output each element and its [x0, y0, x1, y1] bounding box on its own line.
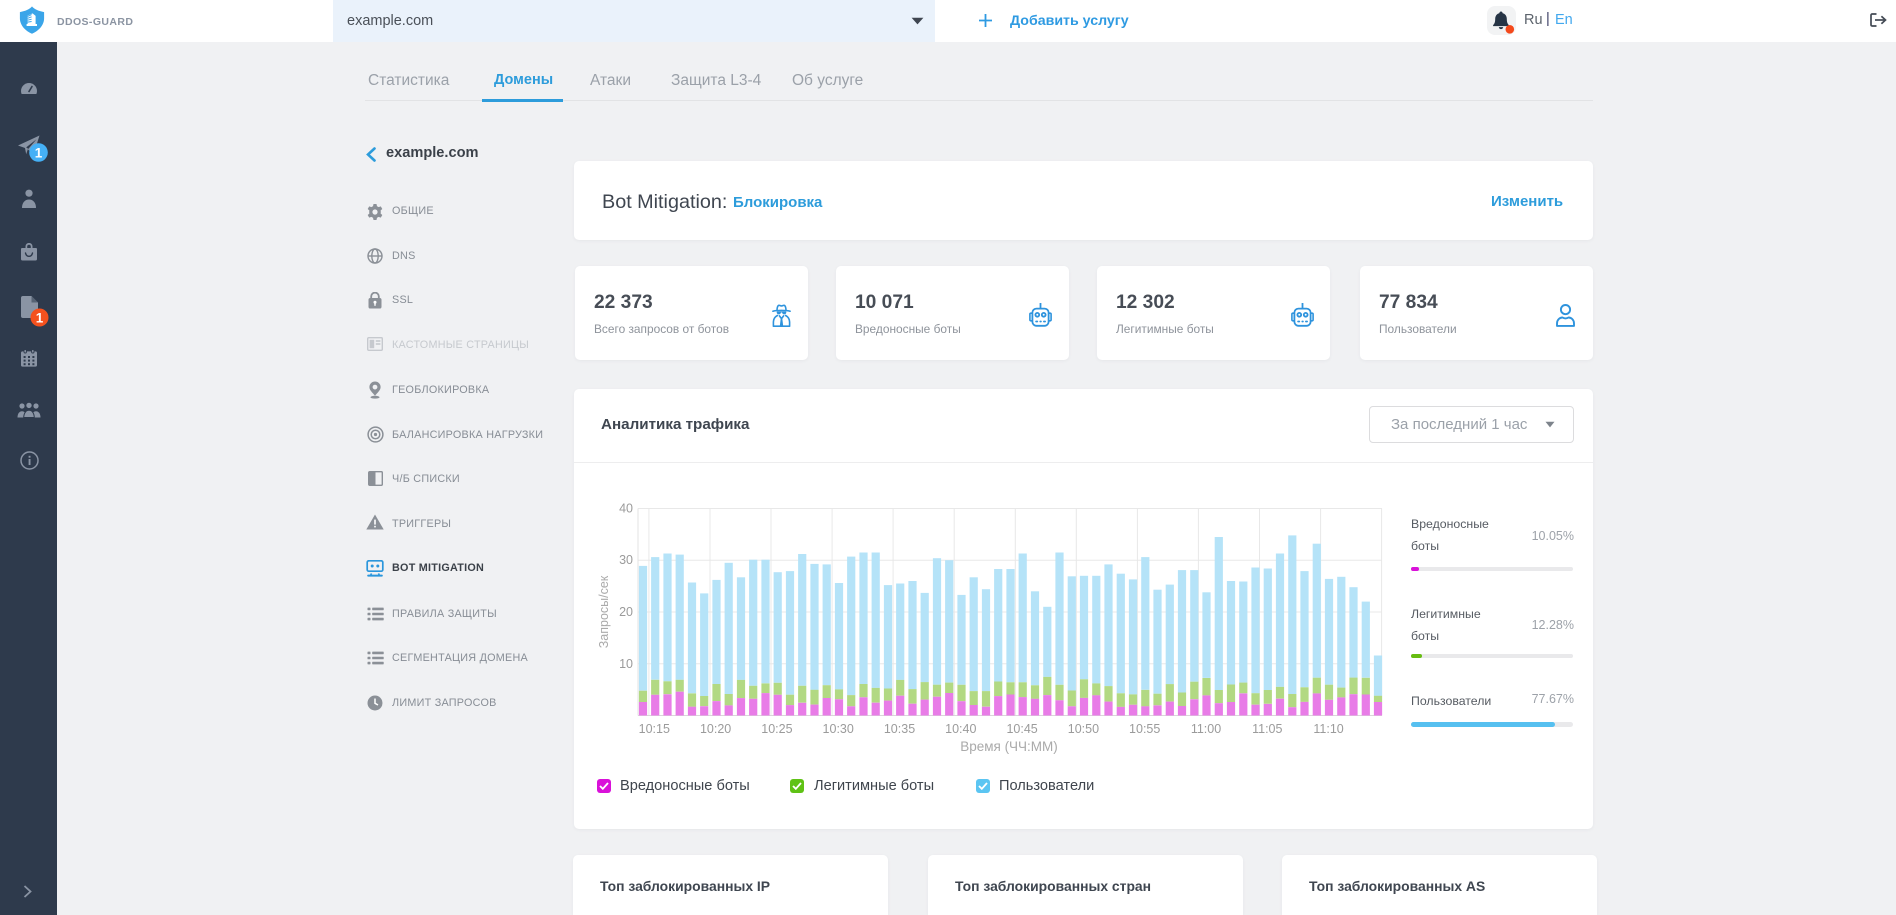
svg-text:1: 1 [35, 145, 43, 160]
svg-text:1: 1 [36, 310, 44, 325]
